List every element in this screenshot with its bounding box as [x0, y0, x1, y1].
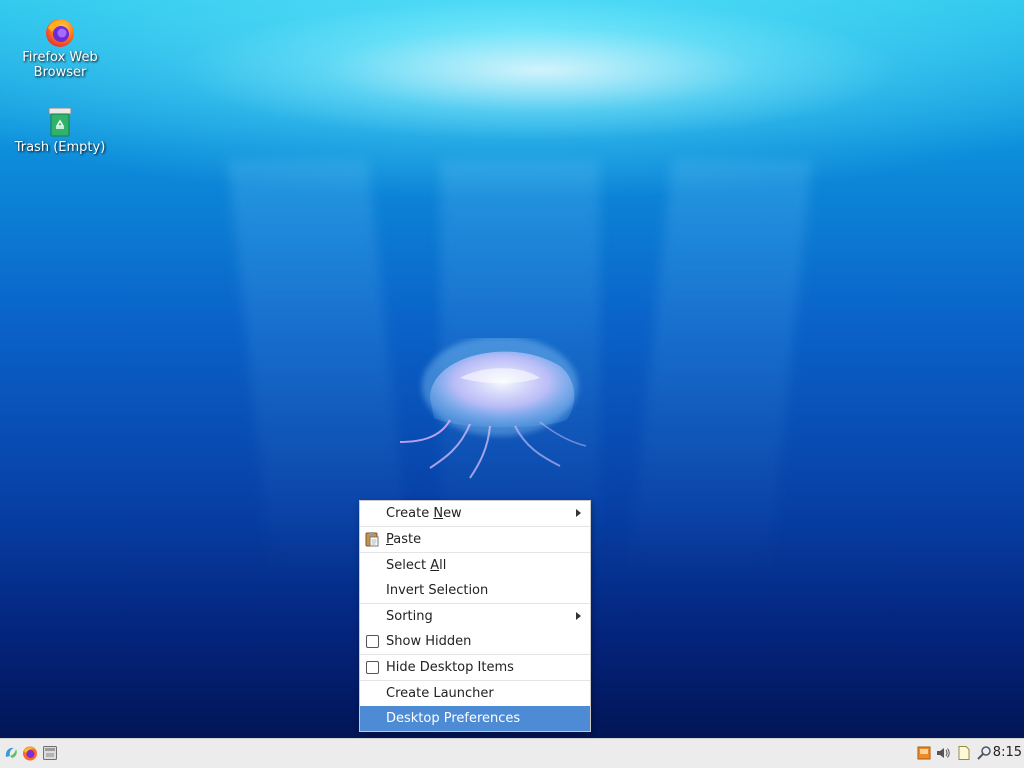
checkbox-icon[interactable] [366, 661, 379, 674]
menu-item-label: Desktop Preferences [386, 711, 521, 726]
screen-icon[interactable] [917, 745, 931, 761]
menu-item-label: Sorting [386, 609, 433, 624]
volume-icon[interactable] [935, 745, 951, 761]
menu-item-label: Hide Desktop Items [386, 660, 514, 675]
clock[interactable]: 8:15 [993, 745, 1022, 760]
firefox-label-line1: Firefox Web [22, 50, 98, 65]
checkbox-icon[interactable] [366, 635, 379, 648]
desktop-background[interactable]: Firefox Web Browser Trash (Empty) Create… [0, 0, 1024, 738]
menu-item-label: Create New [386, 506, 462, 521]
taskbar: 8:15 [0, 738, 1024, 768]
menu-item-label: Create Launcher [386, 686, 494, 701]
menu-item-paste[interactable]: Paste [360, 527, 590, 552]
firefox-icon [46, 19, 74, 47]
menu-item-create-new[interactable]: Create New [360, 501, 590, 526]
trash-icon [48, 107, 72, 137]
menu-item-label: Invert Selection [386, 583, 489, 598]
menu-item-label: Select All [386, 558, 447, 573]
trash-label: Trash (Empty) [14, 140, 106, 155]
menu-item-show-hidden[interactable]: Show Hidden [360, 629, 590, 654]
menu-item-create-launcher[interactable]: Create Launcher [360, 681, 590, 706]
firefox-icon[interactable] [22, 745, 38, 761]
desktop-icon-firefox[interactable]: Firefox Web Browser [10, 16, 110, 80]
clipboard-icon[interactable] [957, 745, 971, 761]
submenu-arrow-icon [576, 612, 581, 620]
menu-item-select-all[interactable]: Select All [360, 553, 590, 578]
app-menu-icon[interactable] [3, 745, 19, 761]
menu-item-label: Paste [386, 532, 422, 547]
search-icon[interactable] [976, 745, 992, 761]
paste-icon [365, 532, 379, 547]
light-ray [627, 160, 813, 580]
jellyfish-wallpaper-image [399, 338, 587, 479]
desktop-icon-trash[interactable]: Trash (Empty) [10, 106, 110, 155]
menu-item-invert-selection[interactable]: Invert Selection [360, 578, 590, 603]
desktop-context-menu: Create New Paste Select All Invert Selec… [359, 500, 591, 732]
menu-item-sorting[interactable]: Sorting [360, 604, 590, 629]
menu-item-hide-desktop-items[interactable]: Hide Desktop Items [360, 655, 590, 680]
submenu-arrow-icon [576, 509, 581, 517]
file-manager-icon[interactable] [42, 745, 58, 761]
menu-item-desktop-preferences[interactable]: Desktop Preferences [360, 706, 590, 731]
menu-item-label: Show Hidden [386, 634, 472, 649]
firefox-label-line2: Browser [33, 65, 87, 80]
